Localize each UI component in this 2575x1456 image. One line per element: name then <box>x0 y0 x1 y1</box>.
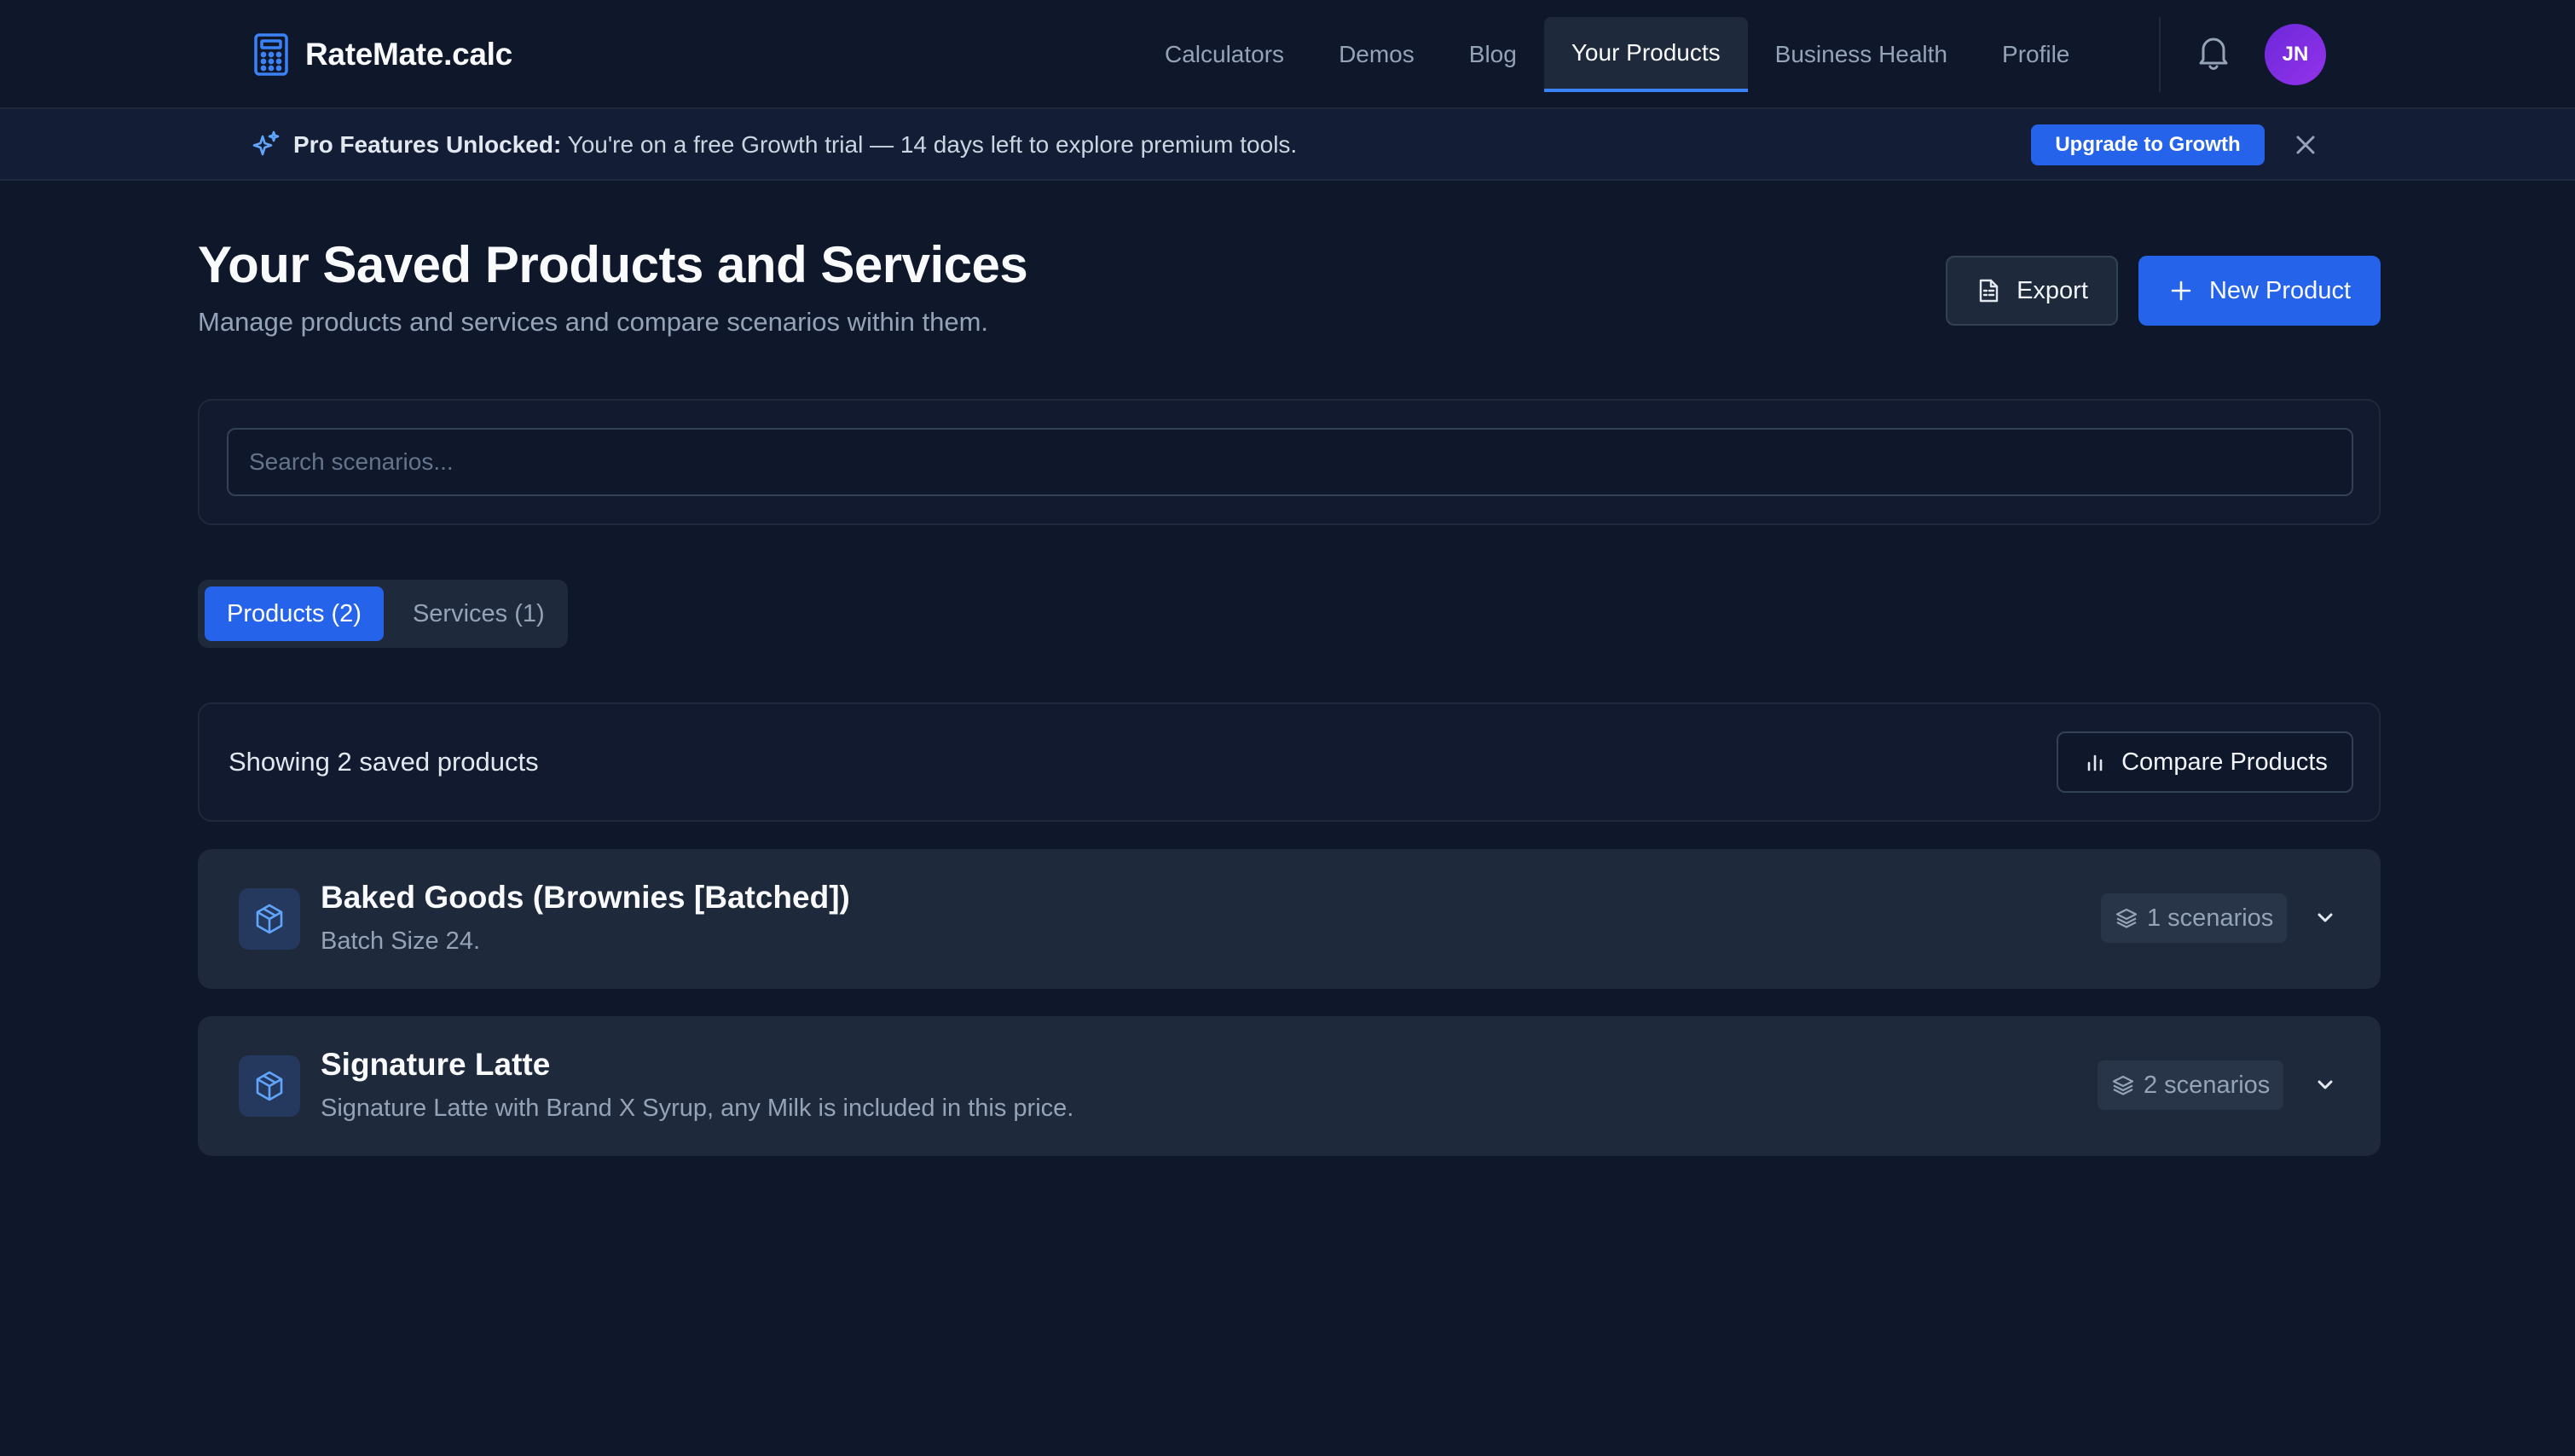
category-tabs: Products (2) Services (1) <box>198 580 568 648</box>
nav-link-your-products[interactable]: Your Products <box>1543 17 1748 92</box>
brand-logo[interactable]: RateMate.calc <box>252 32 512 77</box>
search-input[interactable] <box>227 428 2353 496</box>
banner-text: You're on a free Growth trial — 14 days … <box>561 131 1298 158</box>
compare-label: Compare Products <box>2121 748 2328 776</box>
package-icon <box>239 888 300 950</box>
close-icon[interactable] <box>2294 133 2318 157</box>
nav-divider <box>2159 17 2161 92</box>
nav-link-demos[interactable]: Demos <box>1311 17 1442 92</box>
trial-banner: Pro Features Unlocked: You're on a free … <box>0 109 2575 181</box>
main-nav: Calculators Demos Blog Your Products Bus… <box>1137 17 2097 92</box>
chevron-down-icon[interactable] <box>2312 1072 2338 1098</box>
nav-link-profile[interactable]: Profile <box>1975 17 2097 92</box>
upgrade-button[interactable]: Upgrade to Growth <box>2031 124 2265 165</box>
scenario-count: 1 scenarios <box>2147 904 2274 932</box>
search-card <box>198 399 2381 525</box>
nav-link-blog[interactable]: Blog <box>1442 17 1544 92</box>
compare-products-button[interactable]: Compare Products <box>2057 731 2353 793</box>
nav-link-business-health[interactable]: Business Health <box>1748 17 1975 92</box>
scenario-count: 2 scenarios <box>2144 1071 2271 1099</box>
product-row[interactable]: Baked Goods (Brownies [Batched]) Batch S… <box>198 849 2381 989</box>
user-avatar[interactable]: JN <box>2265 24 2326 85</box>
calculator-icon <box>254 33 288 76</box>
scenario-count-badge: 1 scenarios <box>2101 893 2288 943</box>
plus-icon <box>2171 280 2191 301</box>
chevron-down-icon[interactable] <box>2312 905 2338 931</box>
sparkles-icon <box>252 130 280 156</box>
file-text-icon <box>1979 279 1999 303</box>
export-label: Export <box>2017 276 2088 304</box>
layers-icon <box>2112 1075 2134 1095</box>
product-description: Batch Size 24. <box>321 927 480 955</box>
results-summary: Showing 2 saved products Compare Product… <box>198 702 2381 822</box>
page-title: Your Saved Products and Services <box>198 236 1028 293</box>
app-name: RateMate.calc <box>305 37 512 72</box>
tab-products[interactable]: Products (2) <box>205 586 384 641</box>
new-product-label: New Product <box>2208 276 2351 304</box>
package-icon <box>239 1055 300 1117</box>
bell-icon[interactable] <box>2196 34 2231 72</box>
tab-services[interactable]: Services (1) <box>391 586 567 641</box>
results-count-text: Showing 2 saved products <box>229 747 539 777</box>
bar-chart-icon <box>2087 754 2103 771</box>
top-navigation: RateMate.calc Calculators Demos Blog You… <box>0 0 2575 109</box>
banner-message: Pro Features Unlocked: You're on a free … <box>293 109 1297 181</box>
product-description: Signature Latte with Brand X Syrup, any … <box>321 1095 1074 1122</box>
page-subtitle: Manage products and services and compare… <box>198 307 989 337</box>
layers-icon <box>2115 908 2138 928</box>
nav-link-calculators[interactable]: Calculators <box>1137 17 1311 92</box>
product-row[interactable]: Signature Latte Signature Latte with Bra… <box>198 1016 2381 1156</box>
banner-bold-label: Pro Features Unlocked: <box>293 131 562 158</box>
product-name: Signature Latte <box>321 1047 551 1082</box>
new-product-button[interactable]: New Product <box>2138 256 2381 326</box>
product-name: Baked Goods (Brownies [Batched]) <box>321 880 850 915</box>
export-button[interactable]: Export <box>1946 256 2118 326</box>
scenario-count-badge: 2 scenarios <box>2098 1060 2284 1110</box>
